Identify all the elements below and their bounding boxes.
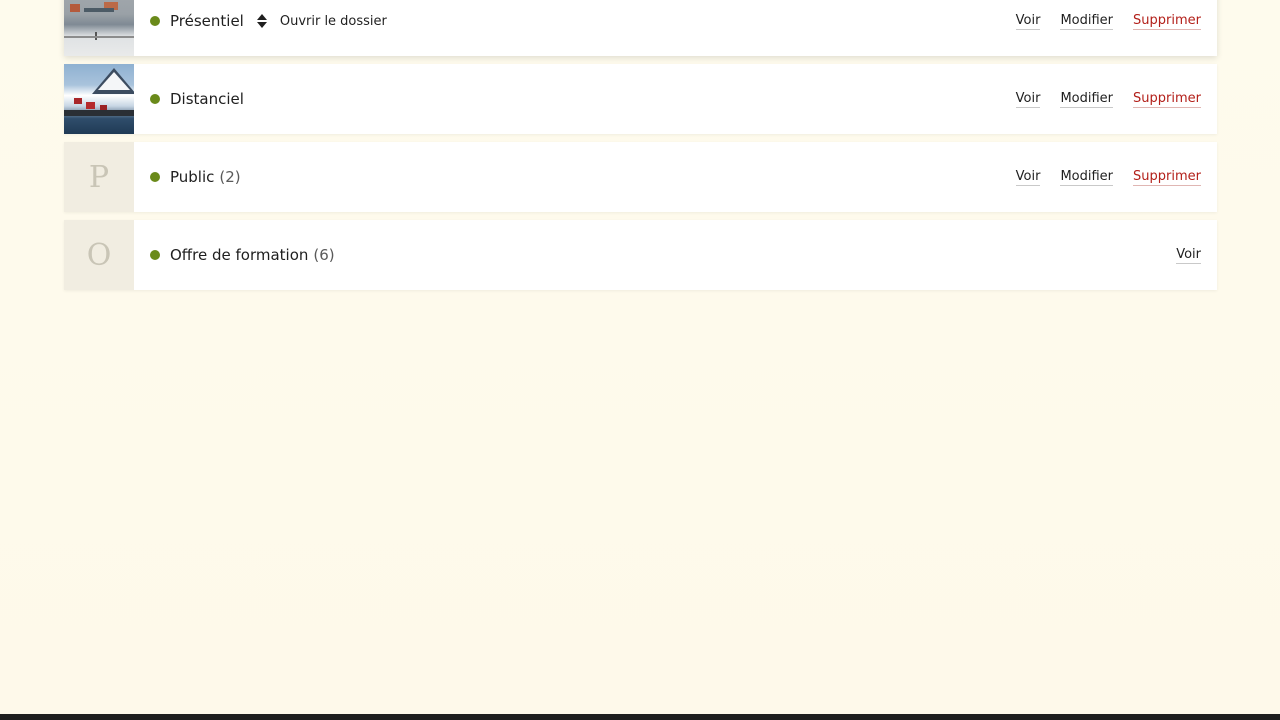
row-actions: Voir Modifier Supprimer bbox=[996, 13, 1201, 30]
view-link[interactable]: Voir bbox=[1015, 91, 1041, 108]
status-dot-icon bbox=[150, 172, 160, 182]
list-item-distanciel[interactable]: Distanciel Voir Modifier Supprimer bbox=[64, 64, 1217, 134]
delete-link[interactable]: Supprimer bbox=[1133, 91, 1201, 108]
open-folder-link[interactable]: Ouvrir le dossier bbox=[280, 14, 387, 29]
item-title: Offre de formation bbox=[170, 246, 309, 264]
item-title: Public bbox=[170, 168, 215, 186]
row-actions: Voir Modifier Supprimer bbox=[996, 91, 1201, 108]
category-list: Présentiel Ouvrir le dossier Voir Modifi… bbox=[64, 0, 1217, 298]
status-dot-icon bbox=[150, 16, 160, 26]
view-link[interactable]: Voir bbox=[1015, 13, 1041, 30]
page: Présentiel Ouvrir le dossier Voir Modifi… bbox=[0, 0, 1280, 720]
view-link[interactable]: Voir bbox=[1015, 169, 1041, 186]
delete-link[interactable]: Supprimer bbox=[1133, 13, 1201, 30]
bottom-bar bbox=[0, 714, 1280, 720]
row-actions: Voir bbox=[1156, 247, 1201, 264]
edit-link[interactable]: Modifier bbox=[1060, 91, 1114, 108]
edit-link[interactable]: Modifier bbox=[1060, 13, 1114, 30]
sort-handle-icon[interactable] bbox=[256, 14, 268, 28]
thumbnail-letter: O bbox=[64, 220, 134, 290]
row-actions: Voir Modifier Supprimer bbox=[996, 169, 1201, 186]
item-count: (2) bbox=[219, 168, 241, 186]
list-item-public[interactable]: P Public (2) Voir Modifier Supprimer bbox=[64, 142, 1217, 212]
thumbnail-image bbox=[64, 64, 134, 134]
thumbnail-letter: P bbox=[64, 142, 134, 212]
status-dot-icon bbox=[150, 94, 160, 104]
list-item-offre-de-formation[interactable]: O Offre de formation (6) Voir bbox=[64, 220, 1217, 290]
list-item-presentiel[interactable]: Présentiel Ouvrir le dossier Voir Modifi… bbox=[64, 0, 1217, 56]
item-title: Distanciel bbox=[170, 90, 244, 108]
item-title: Présentiel bbox=[170, 12, 244, 30]
edit-link[interactable]: Modifier bbox=[1060, 169, 1114, 186]
status-dot-icon bbox=[150, 250, 160, 260]
delete-link[interactable]: Supprimer bbox=[1133, 169, 1201, 186]
view-link[interactable]: Voir bbox=[1176, 247, 1201, 264]
item-count: (6) bbox=[313, 246, 335, 264]
thumbnail-image bbox=[64, 0, 134, 56]
